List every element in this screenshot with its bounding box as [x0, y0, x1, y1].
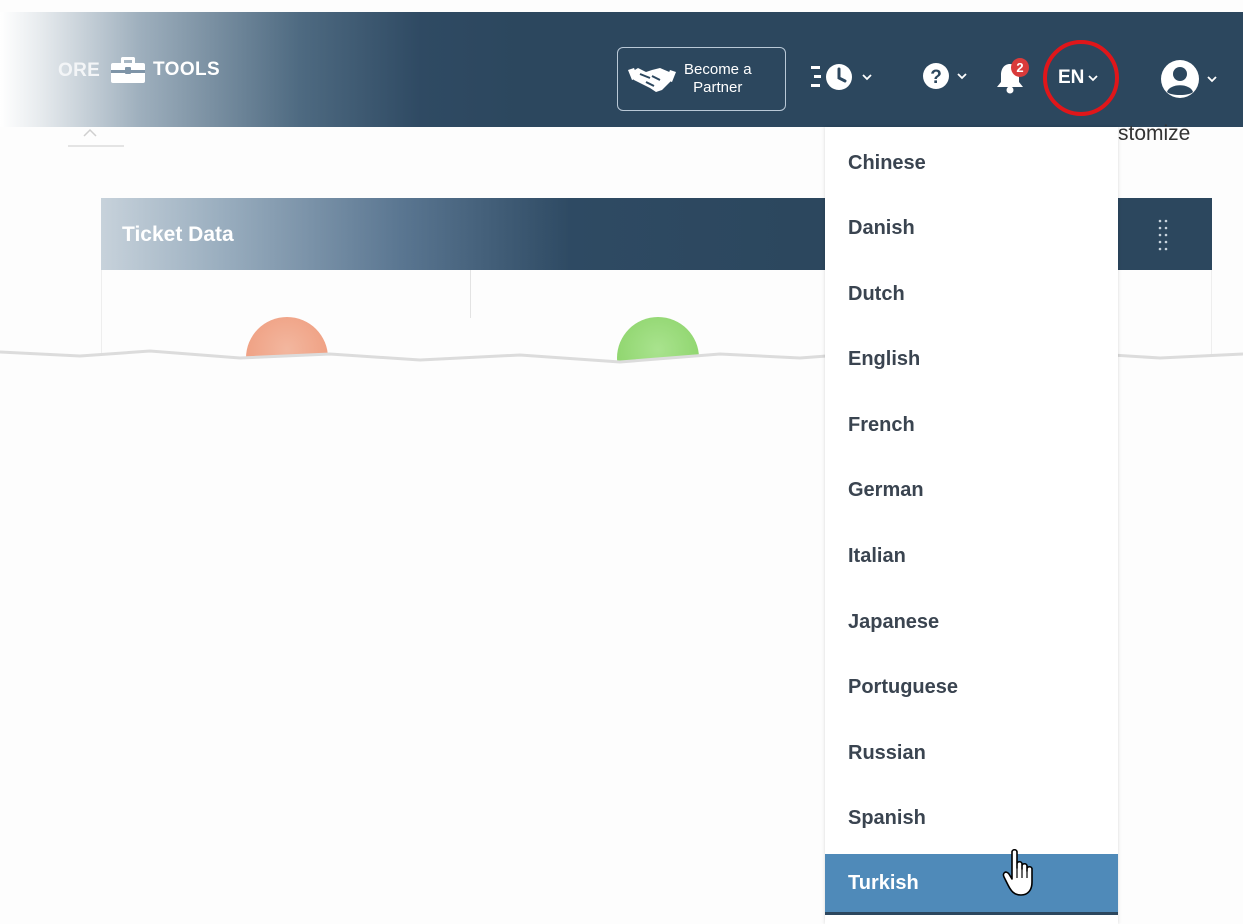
user-avatar-icon — [1161, 60, 1199, 98]
language-dropdown-menu: Chinese Danish Dutch English French Germ… — [825, 127, 1118, 924]
chevron-down-icon — [862, 74, 872, 81]
partner-label-line1: Become a — [684, 61, 752, 78]
briefcase-icon — [111, 57, 145, 83]
language-option[interactable]: French — [825, 396, 1118, 454]
collapse-up-icon[interactable] — [82, 128, 98, 138]
language-option[interactable]: Italian — [825, 527, 1118, 585]
language-option-hovered[interactable]: Turkish — [825, 854, 1118, 912]
svg-text:?: ? — [930, 67, 942, 88]
language-option[interactable]: Chinese — [825, 134, 1118, 192]
chevron-down-icon — [1207, 76, 1217, 83]
top-navigation-bar: ORE TOOLS Become a Partner ? 2 EN — [0, 12, 1243, 127]
column-divider — [470, 270, 471, 318]
page: ORE TOOLS Become a Partner ? 2 EN stomiz… — [0, 0, 1243, 924]
language-option[interactable]: Japanese — [825, 593, 1118, 651]
help-icon: ? — [923, 63, 949, 89]
notifications-button[interactable]: 2 — [996, 58, 1030, 94]
language-option[interactable]: Portuguese — [825, 658, 1118, 716]
language-option[interactable]: Spanish — [825, 789, 1118, 847]
language-option[interactable]: English — [825, 330, 1118, 388]
nav-tools-button[interactable]: TOOLS — [111, 55, 220, 85]
nav-more-label[interactable]: ORE — [58, 60, 100, 82]
partner-label-line2: Partner — [693, 79, 743, 96]
help-button[interactable]: ? — [922, 62, 968, 90]
nav-tools-label: TOOLS — [153, 59, 221, 80]
chevron-down-icon — [957, 73, 967, 80]
history-button[interactable] — [811, 62, 873, 92]
panel-title: Ticket Data — [122, 223, 234, 246]
language-option[interactable]: Dutch — [825, 265, 1118, 323]
hand-pointer-cursor — [1002, 848, 1033, 896]
dropdown-bottom-border — [825, 912, 1118, 915]
history-clock-icon — [811, 64, 852, 90]
become-partner-button[interactable]: Become a Partner — [617, 47, 786, 111]
annotation-circle — [1043, 40, 1119, 116]
drag-handle-icon[interactable] — [1158, 218, 1168, 252]
divider — [68, 145, 124, 147]
language-option[interactable]: Russian — [825, 724, 1118, 782]
customize-link[interactable]: stomize — [1118, 122, 1190, 146]
language-option[interactable]: German — [825, 461, 1118, 519]
handshake-icon — [628, 68, 676, 92]
user-menu-button[interactable] — [1160, 59, 1218, 99]
language-option[interactable]: Danish — [825, 199, 1118, 257]
notification-count-badge: 2 — [1011, 58, 1029, 77]
